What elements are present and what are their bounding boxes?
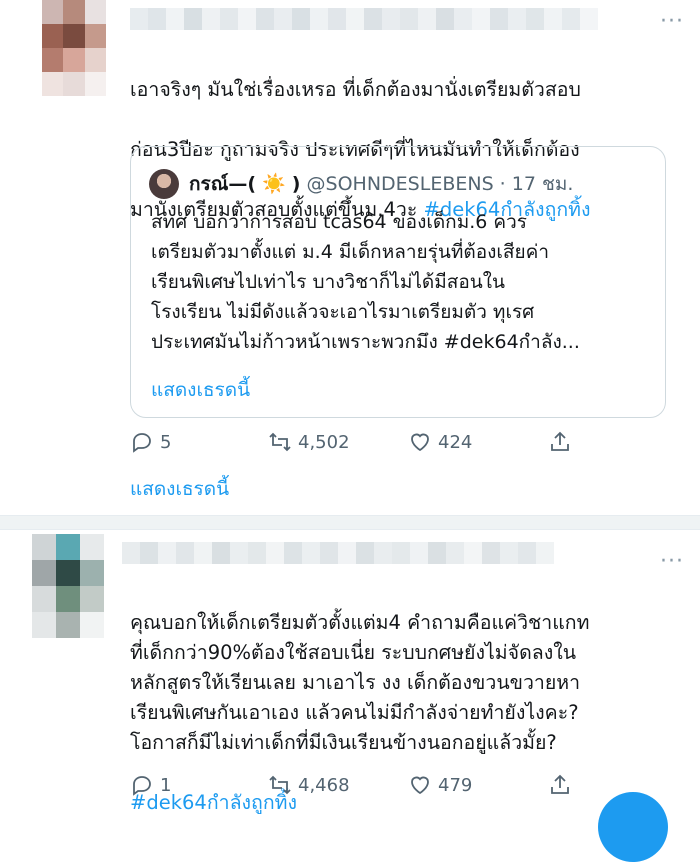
- quoted-name[interactable]: กรณ์—(: [189, 173, 256, 195]
- tweet-text-line: เอาจริงๆ มันใช่เรื่องเหรอ ที่เด็กต้องมาน…: [130, 78, 581, 101]
- reply-button[interactable]: 5: [130, 430, 171, 454]
- tweet-text: คุณบอกให้เด็กเตรียมตัวตั้งแต่ม4 คำถามคือ…: [130, 578, 670, 848]
- more-dots-icon[interactable]: ···: [660, 551, 684, 573]
- reply-bubble-icon: [133, 433, 151, 453]
- author-name-redacted[interactable]: [130, 8, 598, 30]
- retweet-count: 4,468: [298, 774, 350, 796]
- quoted-avatar[interactable]: [149, 169, 179, 199]
- action-bar: 5 4,502 424: [130, 430, 580, 460]
- like-count: 479: [438, 774, 473, 796]
- retweet-icon: [269, 775, 291, 795]
- avatar[interactable]: [42, 0, 106, 96]
- heart-icon: [411, 776, 429, 795]
- tweet-text-body: คุณบอกให้เด็กเตรียมตัวตั้งแต่ม4 คำถามคือ…: [130, 611, 590, 754]
- sun-emoji-icon: ☀️: [262, 173, 286, 195]
- heart-icon: [411, 433, 429, 452]
- quoted-show-thread-link[interactable]: แสดงเธรดนี้: [151, 375, 250, 405]
- retweet-button[interactable]: 4,502: [268, 430, 350, 454]
- show-thread-link[interactable]: แสดงเธรดนี้: [130, 474, 229, 504]
- quoted-handle-time[interactable]: @SOHNDESLEBENS · 17 ชม.: [307, 173, 574, 195]
- retweet-button[interactable]: 4,468: [268, 773, 350, 797]
- share-icon: [551, 431, 569, 451]
- quoted-text: สทศ บอกว่าการสอบ tcas64 ของเด็กม.6 ควร เ…: [151, 211, 580, 353]
- reply-count: 5: [160, 431, 172, 453]
- author-name-redacted[interactable]: [122, 542, 554, 564]
- tweet-card[interactable]: ··· คุณบอกให้เด็กเตรียมตัวตั้งแต่ม4 คำถา…: [0, 530, 700, 816]
- more-dots-icon[interactable]: ···: [660, 11, 684, 33]
- retweet-icon: [269, 432, 291, 452]
- share-icon: [551, 774, 569, 794]
- action-bar: 1 4,468 479: [130, 773, 580, 803]
- retweet-count: 4,502: [298, 431, 350, 453]
- tweet-separator: [0, 515, 700, 530]
- avatar[interactable]: [32, 534, 104, 638]
- tweet-card[interactable]: ··· เอาจริงๆ มันใช่เรื่องเหรอ ที่เด็กต้อ…: [0, 0, 700, 515]
- reply-bubble-icon: [133, 776, 151, 796]
- share-button[interactable]: [548, 773, 572, 797]
- share-button[interactable]: [548, 430, 572, 454]
- quoted-name-close: ): [291, 173, 301, 195]
- like-button[interactable]: 424: [408, 430, 472, 454]
- compose-tweet-button[interactable]: [598, 792, 668, 862]
- like-count: 424: [438, 431, 473, 453]
- like-button[interactable]: 479: [408, 773, 472, 797]
- reply-count: 1: [160, 774, 172, 796]
- quoted-header: กรณ์—( ☀️ ) @SOHNDESLEBENS · 17 ชม.: [189, 169, 573, 199]
- reply-button[interactable]: 1: [130, 773, 171, 797]
- quoted-tweet[interactable]: กรณ์—( ☀️ ) @SOHNDESLEBENS · 17 ชม. สทศ …: [130, 146, 666, 418]
